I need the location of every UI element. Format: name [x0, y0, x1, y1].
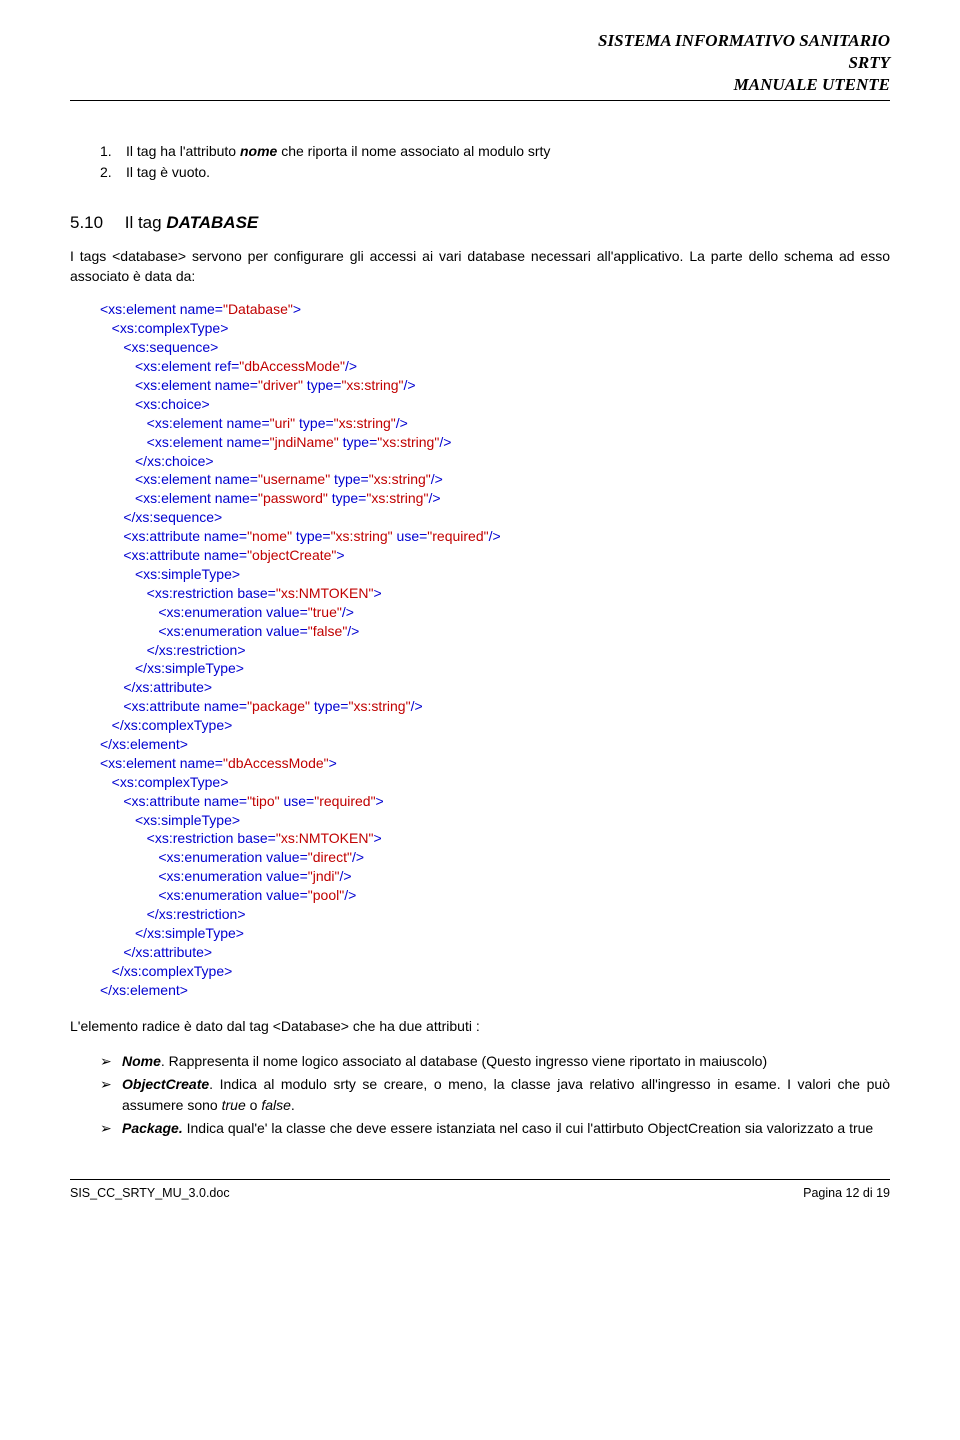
list-number: 1. [100, 141, 126, 162]
footer-divider [70, 1179, 890, 1180]
bullet-text: Nome. Rappresenta il nome logico associa… [122, 1051, 767, 1072]
bullet-text: Package. Indica qual'e' la classe che de… [122, 1118, 873, 1139]
list-item: 2. Il tag è vuoto. [100, 162, 890, 183]
bullet-arrow-icon: ➢ [100, 1051, 122, 1072]
outro-paragraph: L'elemento radice è dato dal tag <Databa… [70, 1017, 890, 1037]
bullet-arrow-icon: ➢ [100, 1118, 122, 1139]
list-text: Il tag è vuoto. [126, 162, 210, 183]
bullet-item: ➢ Package. Indica qual'e' la classe che … [100, 1118, 890, 1139]
numbered-list: 1. Il tag ha l'attributo nome che riport… [100, 141, 890, 183]
bullet-item: ➢ ObjectCreate. Indica al modulo srty se… [100, 1074, 890, 1116]
bullet-list: ➢ Nome. Rappresenta il nome logico assoc… [100, 1051, 890, 1139]
footer-filename: SIS_CC_SRTY_MU_3.0.doc [70, 1186, 230, 1200]
page-footer: SIS_CC_SRTY_MU_3.0.doc Pagina 12 di 19 [70, 1186, 890, 1210]
bullet-arrow-icon: ➢ [100, 1074, 122, 1095]
header-line-3: MANUALE UTENTE [70, 74, 890, 96]
bullet-text: ObjectCreate. Indica al modulo srty se c… [122, 1074, 890, 1116]
bullet-item: ➢ Nome. Rappresenta il nome logico assoc… [100, 1051, 890, 1072]
intro-paragraph: I tags <database> servono per configurar… [70, 247, 890, 286]
doc-header: SISTEMA INFORMATIVO SANITARIO SRTY MANUA… [70, 30, 890, 96]
section-number: 5.10 [70, 213, 120, 233]
section-heading: 5.10 Il tag DATABASE [70, 213, 890, 233]
section-title: Il tag DATABASE [125, 213, 259, 232]
header-line-1: SISTEMA INFORMATIVO SANITARIO [70, 30, 890, 52]
header-line-2: SRTY [70, 52, 890, 74]
list-text: Il tag ha l'attributo nome che riporta i… [126, 141, 550, 162]
list-item: 1. Il tag ha l'attributo nome che riport… [100, 141, 890, 162]
xml-schema-code: <xs:element name="Database"> <xs:complex… [100, 300, 890, 999]
footer-page-number: Pagina 12 di 19 [803, 1186, 890, 1200]
list-number: 2. [100, 162, 126, 183]
header-divider [70, 100, 890, 101]
